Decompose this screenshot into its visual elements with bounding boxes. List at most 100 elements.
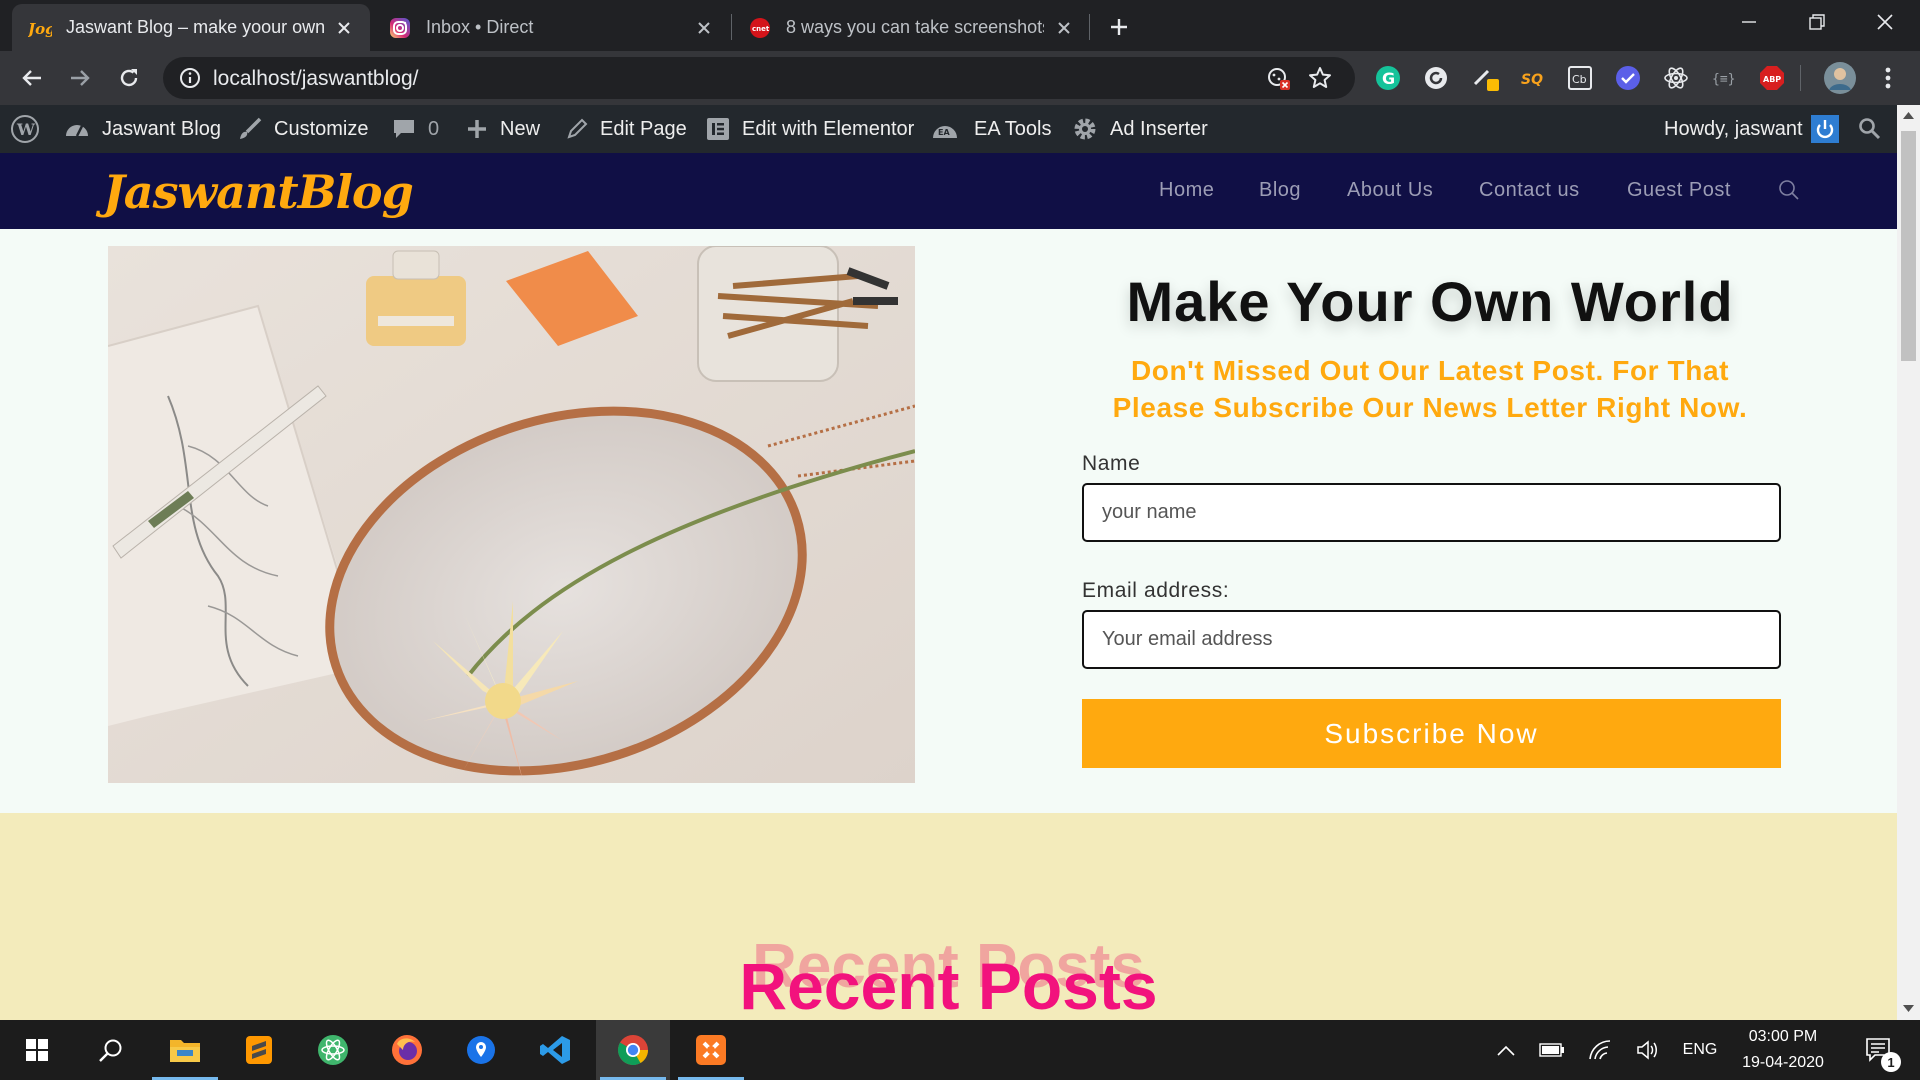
browser-toolbar: localhost/jaswantblog/ G SQ Cb {≡} ABP: [0, 51, 1920, 105]
taskbar-vscode[interactable]: [518, 1020, 592, 1080]
hero-subtitle-line2: Please Subscribe Our News Letter Right N…: [1112, 392, 1748, 423]
close-window-button[interactable]: [1850, 0, 1920, 44]
taskbar-search-button[interactable]: [74, 1020, 148, 1080]
close-tab-icon[interactable]: [334, 18, 354, 38]
taskbar-firefox[interactable]: [370, 1020, 444, 1080]
battery-icon[interactable]: [1534, 1020, 1570, 1080]
svg-text:Jog: Jog: [28, 20, 52, 38]
elementor-icon: [706, 117, 730, 141]
address-bar[interactable]: localhost/jaswantblog/: [163, 57, 1355, 99]
nav-home[interactable]: Home: [1159, 179, 1214, 202]
nav-about-us[interactable]: About Us: [1347, 179, 1433, 202]
search-icon: [99, 1039, 122, 1062]
edit-page-label: Edit Page: [600, 117, 687, 140]
search-icon: [1859, 118, 1881, 140]
checkmark-extension-icon[interactable]: [1614, 64, 1642, 92]
svg-text:ABP: ABP: [1763, 75, 1781, 84]
taskbar-maps[interactable]: [444, 1020, 518, 1080]
show-hidden-icons-button[interactable]: [1488, 1020, 1524, 1080]
admin-edit-page[interactable]: Edit Page: [566, 105, 687, 153]
admin-edit-elementor[interactable]: Edit with Elementor: [706, 105, 914, 153]
json-viewer-extension-icon[interactable]: {≡}: [1710, 64, 1738, 92]
admin-site-name[interactable]: Jaswant Blog: [64, 105, 221, 153]
taskbar-file-explorer[interactable]: [148, 1020, 222, 1080]
scroll-up-arrow-icon[interactable]: [1903, 111, 1914, 119]
admin-comments[interactable]: 0: [392, 105, 439, 153]
taskbar-atom[interactable]: [296, 1020, 370, 1080]
close-tab-icon[interactable]: [1054, 18, 1074, 38]
new-tab-button[interactable]: [1104, 12, 1134, 42]
adblock-plus-icon[interactable]: ABP: [1758, 64, 1786, 92]
chrome-icon: [617, 1035, 648, 1066]
page-scrollbar[interactable]: [1897, 105, 1920, 1020]
admin-ad-inserter[interactable]: Ad Inserter: [1072, 105, 1208, 153]
ad-inserter-label: Ad Inserter: [1110, 117, 1208, 140]
edit-elementor-label: Edit with Elementor: [742, 117, 915, 140]
restore-button[interactable]: [1782, 0, 1852, 44]
logo-text: JaswantBlog: [103, 165, 414, 219]
input-language[interactable]: ENG: [1680, 1020, 1720, 1080]
admin-new[interactable]: New: [466, 105, 540, 153]
folder-icon: [170, 1040, 200, 1062]
scroll-down-arrow-icon[interactable]: [1903, 1005, 1914, 1013]
url-text: localhost/jaswantblog/: [213, 67, 419, 90]
admin-customize[interactable]: Customize: [238, 105, 368, 153]
hero-title: Make Your Own World: [1126, 270, 1734, 333]
back-button[interactable]: [14, 60, 50, 96]
taskbar-chrome[interactable]: [596, 1020, 670, 1080]
email-input[interactable]: Your email address: [1082, 610, 1781, 669]
color-picker-extension-icon[interactable]: [1472, 64, 1500, 92]
notification-count: 1: [1887, 1054, 1895, 1070]
close-tab-icon[interactable]: [694, 18, 714, 38]
wordpress-logo-button[interactable]: W: [10, 105, 40, 153]
cookies-blocked-icon[interactable]: [1267, 67, 1291, 91]
scrollbar-thumb[interactable]: [1901, 131, 1916, 361]
site-logo[interactable]: JaswantBlog: [103, 165, 414, 219]
forward-arrow-icon: [71, 70, 90, 86]
site-search-icon[interactable]: [1778, 179, 1800, 201]
recent-posts-section: Recent Posts Recent Posts: [0, 813, 1897, 1020]
svg-text:Cb: Cb: [1572, 73, 1587, 86]
seoquake-extension-icon[interactable]: SQ: [1520, 64, 1548, 92]
pencil-icon: [566, 118, 588, 140]
email-placeholder: Your email address: [1102, 628, 1273, 650]
svg-text:W: W: [16, 120, 36, 139]
reload-button[interactable]: [111, 60, 147, 96]
cnet-icon: cnet: [748, 16, 772, 40]
chrome-menu-icon[interactable]: [1874, 64, 1902, 92]
sublime-text-icon: [246, 1036, 272, 1064]
taskbar-xampp[interactable]: [674, 1020, 748, 1080]
chevron-up-icon: [1497, 1045, 1515, 1056]
forward-button[interactable]: [62, 60, 98, 96]
volume-icon[interactable]: [1630, 1020, 1666, 1080]
tab-cnet-screenshots[interactable]: cnet 8 ways you can take screenshots: [732, 4, 1090, 51]
tab-instagram-inbox[interactable]: Inbox • Direct: [372, 4, 730, 51]
nav-blog[interactable]: Blog: [1259, 179, 1301, 202]
action-center-button[interactable]: 1: [1854, 1020, 1904, 1080]
admin-search[interactable]: [1858, 105, 1882, 153]
nav-contact-us[interactable]: Contact us: [1479, 179, 1580, 202]
grammarly-extension-icon[interactable]: G: [1374, 64, 1402, 92]
name-input[interactable]: your name: [1082, 483, 1781, 542]
taskbar-sublime-text[interactable]: [222, 1020, 296, 1080]
info-icon[interactable]: [179, 67, 201, 89]
minimize-button[interactable]: [1714, 0, 1784, 44]
nav-guest-post[interactable]: Guest Post: [1627, 179, 1731, 202]
tab-jaswant-blog[interactable]: Jog Jaswant Blog – make yoour own w: [12, 4, 370, 51]
refresh-extension-icon[interactable]: [1422, 64, 1450, 92]
start-button[interactable]: [0, 1020, 74, 1080]
hero-subtitle: Don't Missed Out Our Latest Post. For Th…: [1070, 352, 1790, 426]
profile-avatar[interactable]: [1824, 62, 1856, 94]
subscribe-button[interactable]: Subscribe Now: [1082, 699, 1781, 768]
network-icon[interactable]: [1582, 1020, 1618, 1080]
howdy-label: Howdy, jaswant: [1664, 117, 1803, 140]
clipboard-extension-icon[interactable]: Cb: [1566, 64, 1594, 92]
windows-logo-icon: [26, 1039, 48, 1061]
dashboard-icon: [64, 118, 90, 140]
clock[interactable]: 03:00 PM 19-04-2020: [1728, 1020, 1838, 1080]
react-devtools-icon[interactable]: [1662, 64, 1690, 92]
admin-ea-tools[interactable]: EA EA Tools: [932, 105, 1051, 153]
site-name-label: Jaswant Blog: [102, 117, 221, 140]
admin-my-account[interactable]: Howdy, jaswant: [1664, 105, 1839, 153]
bookmark-star-icon[interactable]: [1308, 66, 1332, 90]
